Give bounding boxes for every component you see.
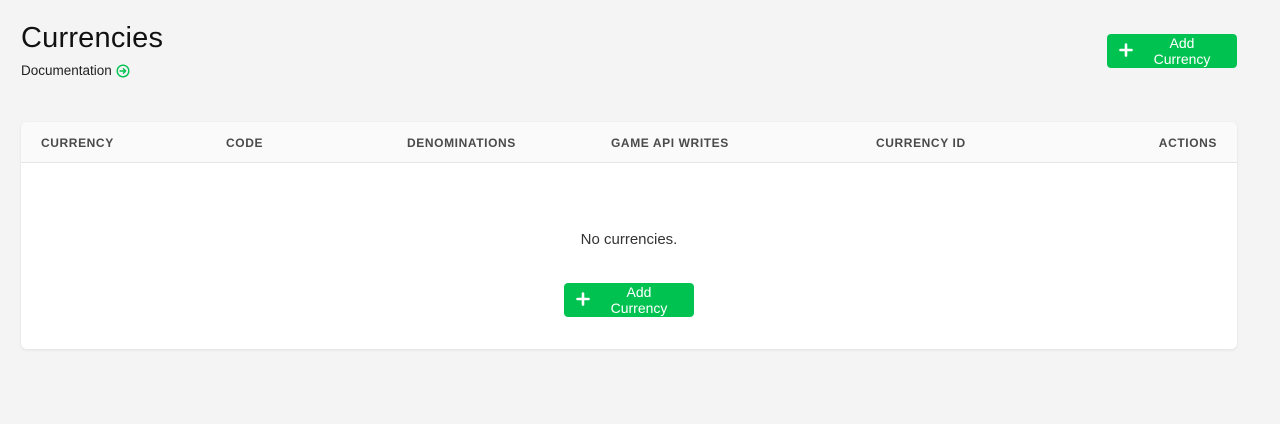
empty-state-add-currency-button[interactable]: Add Currency — [564, 283, 694, 317]
column-header-actions: ACTIONS — [1158, 136, 1217, 150]
add-currency-label: Add Currency — [1153, 35, 1211, 67]
empty-state-message: No currencies. — [580, 231, 678, 248]
plus-icon — [1119, 42, 1133, 60]
column-header-currency: CURRENCY — [41, 136, 114, 150]
currencies-page: Currencies Documentation Add Currency CU… — [0, 0, 1280, 424]
plus-icon — [576, 291, 590, 309]
page-title: Currencies — [21, 22, 164, 54]
column-header-game-api-writes: GAME API WRITES — [611, 136, 729, 150]
arrow-circle-right-icon — [116, 63, 130, 78]
currencies-table: CURRENCY CODE DENOMINATIONS GAME API WRI… — [21, 122, 1237, 349]
documentation-link[interactable]: Documentation — [21, 63, 130, 78]
add-currency-button[interactable]: Add Currency — [1107, 34, 1237, 68]
empty-state-add-currency-label: Add Currency — [610, 284, 668, 316]
column-header-denominations: DENOMINATIONS — [407, 136, 516, 150]
column-header-code: CODE — [226, 136, 264, 150]
column-header-currency-id: CURRENCY ID — [876, 136, 966, 150]
documentation-label: Documentation — [21, 63, 112, 78]
table-header: CURRENCY CODE DENOMINATIONS GAME API WRI… — [21, 122, 1237, 163]
